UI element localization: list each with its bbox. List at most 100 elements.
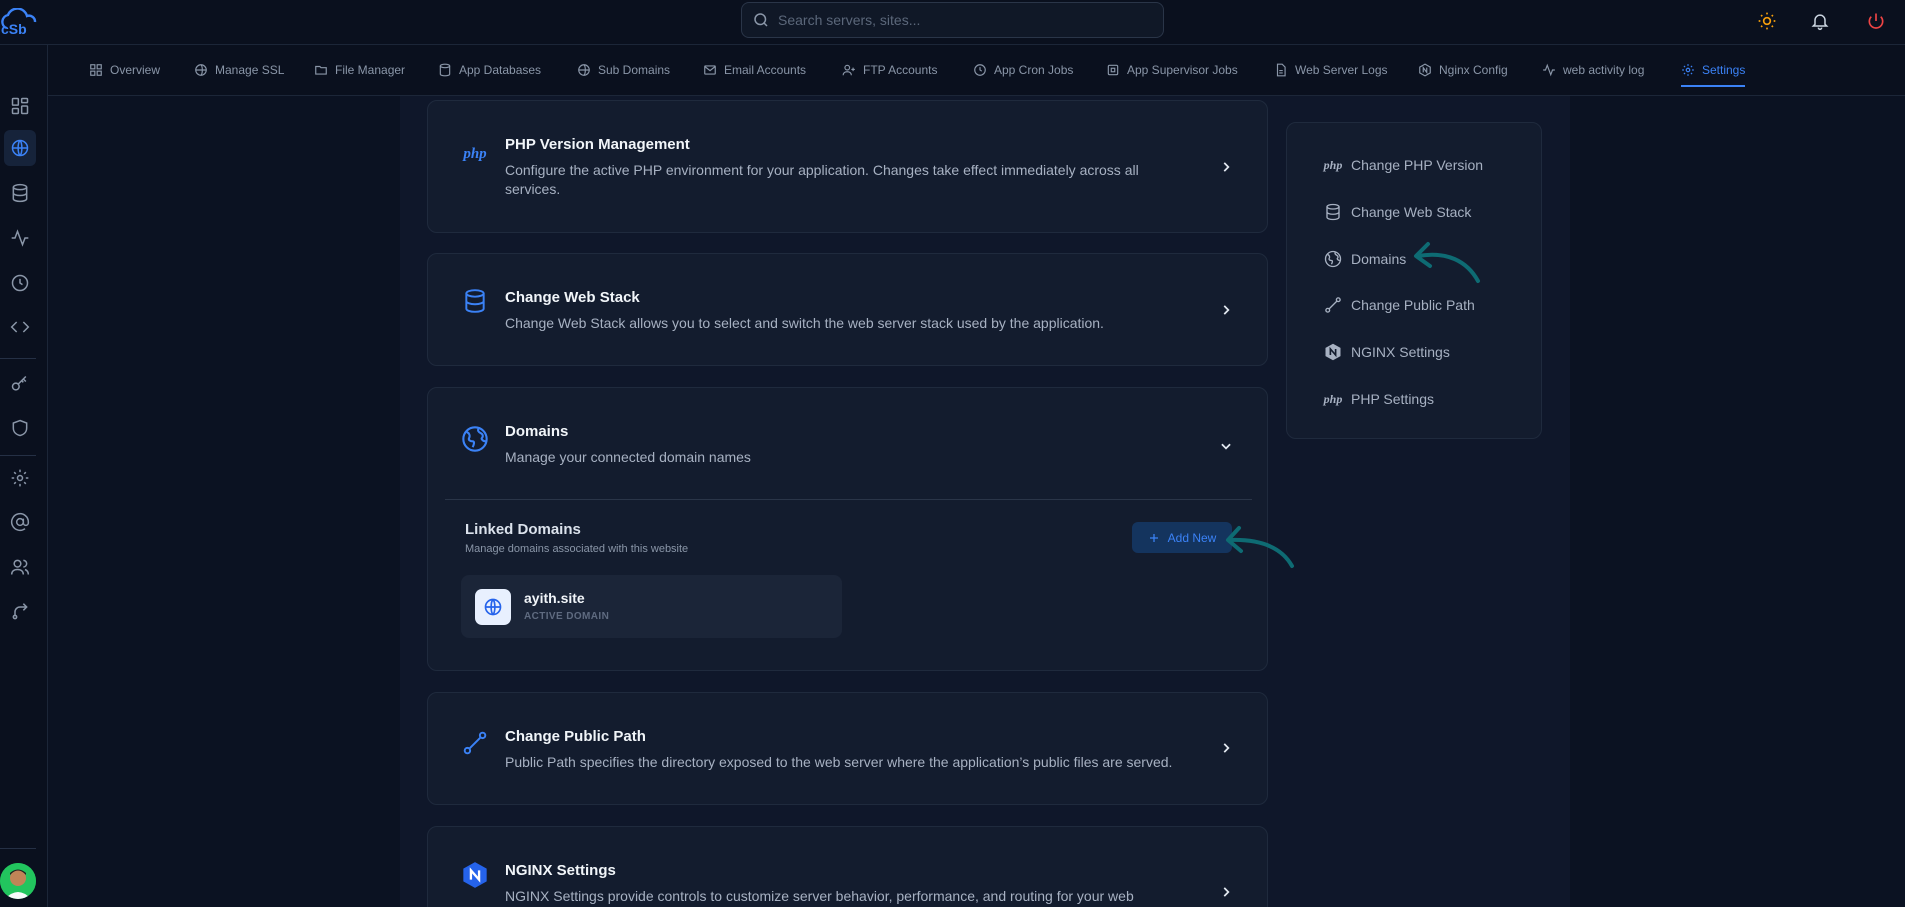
tab-overview[interactable]: Overview	[89, 59, 160, 81]
app-logo[interactable]: cSb	[0, 8, 42, 36]
toc-item-change-web-stack[interactable]: Change Web Stack	[1323, 200, 1471, 224]
user-avatar[interactable]	[0, 863, 36, 899]
section-divider	[445, 499, 1252, 500]
tab-web-server-logs[interactable]: Web Server Logs	[1274, 59, 1388, 81]
web-stack-card[interactable]: Change Web Stack Change Web Stack allows…	[427, 253, 1268, 366]
globe-icon	[578, 64, 590, 76]
search-icon	[754, 13, 768, 27]
tab-app-databases[interactable]: App Databases	[438, 59, 541, 81]
chevron-right-icon[interactable]	[1219, 885, 1233, 899]
nginx-icon	[1419, 63, 1431, 77]
tab-app-cron-jobs[interactable]: App Cron Jobs	[973, 59, 1073, 81]
tab-label: App Cron Jobs	[994, 63, 1074, 77]
sidebar-database-icon[interactable]	[4, 175, 36, 211]
notification-bell-icon[interactable]	[1808, 9, 1832, 33]
domains-card: Domains Manage your connected domain nam…	[427, 387, 1268, 671]
nginx-settings-card[interactable]: NGINX Settings NGINX Settings provide co…	[427, 826, 1268, 907]
grid-icon	[90, 64, 102, 76]
sidebar-divider	[0, 358, 36, 359]
php-icon: php	[1323, 157, 1343, 172]
add-domain-button[interactable]: Add New	[1132, 522, 1232, 553]
sidebar-activity-icon[interactable]	[4, 220, 36, 256]
php-icon: php	[463, 145, 487, 162]
tab-label: web activity log	[1563, 63, 1645, 77]
user-plus-icon	[842, 64, 855, 76]
shield-globe-icon	[195, 64, 207, 76]
toc-item-change-public-path[interactable]: Change Public Path	[1323, 293, 1475, 317]
chevron-right-icon[interactable]	[1219, 160, 1233, 174]
sidebar-clock-icon[interactable]	[4, 265, 36, 301]
top-bar: cSb	[0, 0, 1905, 45]
domain-name: ayith.site	[524, 590, 585, 606]
sidebar-users-icon[interactable]	[4, 549, 36, 585]
sidebar-code-icon[interactable]	[4, 309, 36, 345]
settings-tab-bar: Overview Manage SSL File Manager App Dat…	[48, 45, 1905, 96]
toc-label: PHP Settings	[1351, 391, 1435, 407]
domain-status: ACTIVE DOMAIN	[524, 611, 610, 622]
toc-label: Domains	[1351, 251, 1407, 267]
tab-nginx-config[interactable]: Nginx Config	[1418, 59, 1508, 81]
toc-item-change-php-version[interactable]: php Change PHP Version	[1323, 153, 1483, 177]
linked-domains-subtitle: Manage domains associated with this webs…	[465, 543, 689, 555]
svg-text:cSb: cSb	[1, 21, 27, 36]
card-description: NGINX Settings provide controls to custo…	[505, 888, 1134, 904]
chevron-right-icon[interactable]	[1219, 741, 1233, 755]
chevron-right-icon[interactable]	[1219, 303, 1233, 317]
power-off-icon[interactable]	[1864, 9, 1888, 33]
toc-label: Change Public Path	[1351, 297, 1475, 313]
php-version-card[interactable]: php PHP Version Management Configure the…	[427, 100, 1268, 233]
search-input[interactable]	[778, 12, 1138, 28]
sidebar-shield-icon[interactable]	[4, 410, 36, 446]
tab-settings[interactable]: Settings	[1681, 59, 1746, 87]
annotation-arrow-icon	[1414, 242, 1480, 283]
tab-email-accounts[interactable]: Email Accounts	[703, 59, 806, 81]
tab-web-activity-log[interactable]: web activity log	[1542, 59, 1644, 81]
sidebar-route-icon[interactable]	[4, 594, 36, 630]
tab-label: Nginx Config	[1439, 63, 1508, 77]
mail-icon	[704, 65, 716, 75]
sidebar-key-icon[interactable]	[4, 366, 36, 402]
file-icon	[1276, 63, 1286, 77]
path-icon	[460, 728, 490, 758]
tab-label: Manage SSL	[215, 63, 285, 77]
sidebar-gear-icon[interactable]	[4, 460, 36, 496]
plus-icon	[1149, 533, 1158, 542]
tab-app-supervisor-jobs[interactable]: App Supervisor Jobs	[1106, 59, 1238, 81]
add-button-label: Add New	[1167, 530, 1217, 545]
sidebar-divider	[0, 455, 36, 456]
database-icon	[439, 63, 451, 77]
toc-item-domains[interactable]: Domains	[1323, 247, 1406, 271]
tab-sub-domains[interactable]: Sub Domains	[577, 59, 670, 81]
card-title: PHP Version Management	[505, 136, 690, 153]
tab-label: Settings	[1702, 63, 1746, 77]
tab-manage-ssl[interactable]: Manage SSL	[194, 59, 284, 81]
chevron-down-icon[interactable]	[1219, 439, 1233, 453]
search-box[interactable]	[741, 2, 1164, 38]
tab-label: File Manager	[335, 63, 406, 77]
domain-list-item[interactable]: ayith.site ACTIVE DOMAIN	[461, 575, 842, 638]
toc-item-php-settings[interactable]: php PHP Settings	[1323, 387, 1434, 411]
folder-icon	[315, 65, 327, 75]
database-icon	[460, 286, 490, 316]
clock-icon	[974, 64, 986, 76]
tab-ftp-accounts[interactable]: FTP Accounts	[842, 59, 937, 81]
sidebar-dashboard-icon[interactable]	[4, 88, 36, 124]
sidebar-websites-globe-icon[interactable]	[4, 130, 36, 166]
toc-item-nginx-settings[interactable]: NGINX Settings	[1323, 340, 1450, 364]
linked-domains-title: Linked Domains	[465, 521, 581, 538]
card-description: Configure the active PHP environment for…	[505, 162, 1139, 197]
card-description: Change Web Stack allows you to select an…	[505, 315, 1104, 331]
theme-toggle-sun-icon[interactable]	[1755, 9, 1779, 33]
toc-label: Change Web Stack	[1351, 204, 1472, 220]
card-title: Domains	[505, 423, 569, 440]
nginx-icon	[1323, 342, 1343, 362]
public-path-card[interactable]: Change Public Path Public Path specifies…	[427, 692, 1268, 805]
toc-label: Change PHP Version	[1351, 157, 1484, 173]
sidebar-at-icon[interactable]	[4, 504, 36, 540]
annotation-arrow-icon	[1226, 526, 1294, 568]
tab-file-manager[interactable]: File Manager	[314, 59, 405, 81]
card-description: Manage your connected domain names	[505, 449, 751, 465]
card-title: Change Public Path	[505, 728, 646, 745]
cpu-icon	[1107, 64, 1119, 76]
globe-icon	[1323, 249, 1343, 269]
